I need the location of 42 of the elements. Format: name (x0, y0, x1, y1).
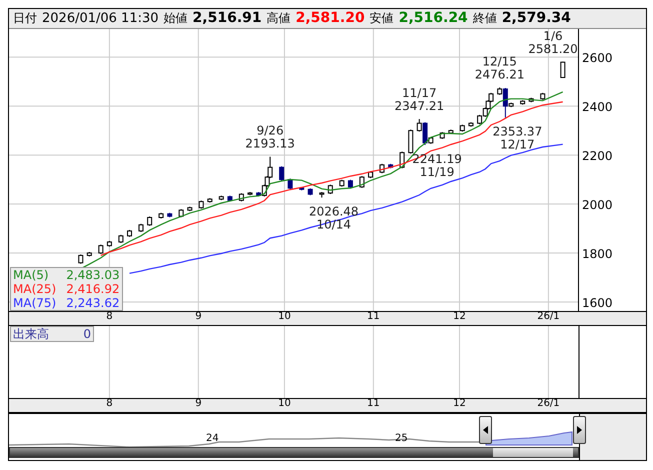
quote-label: 安値 (370, 10, 394, 27)
y-axis-label: 2000 (582, 198, 613, 212)
legend-value: 2,483.03 (66, 268, 120, 282)
y-axis-label: 1600 (582, 296, 613, 310)
quote-label: 終値 (472, 10, 497, 27)
x-axis-label: 9 (195, 311, 202, 322)
legend-name: MA(5) (13, 268, 50, 282)
x-axis-label: 26/1 (537, 398, 560, 409)
date-value: 2026/01/06 11:30 (42, 11, 159, 26)
y-axis-label: 1800 (582, 246, 613, 261)
y-axis-label: 2400 (582, 100, 613, 114)
x-axis-label: 9 (195, 398, 202, 409)
y-axis-label: 2200 (582, 149, 613, 164)
price-annotation: 12/15 2476.21 (474, 54, 524, 82)
price-annotation: 2353.37 12/17 (492, 124, 542, 152)
price-annotation: 9/26 2193.13 (245, 124, 295, 151)
quote-value: 2,516.91 (192, 10, 262, 26)
volume-legend: 出来高 0 (10, 326, 94, 342)
x-axis-label: 10 (278, 311, 291, 322)
legend-value: 2,243.62 (66, 296, 120, 310)
quote-value: 2,516.24 (398, 10, 468, 26)
legend-value: 2,416.92 (66, 282, 120, 296)
year-label: 24 (206, 433, 219, 444)
y-axis-label: 2600 (582, 51, 613, 66)
year-label: 25 (395, 433, 408, 444)
quote-value: 2,581.20 (296, 10, 365, 26)
quote-value: 2,579.34 (502, 10, 571, 26)
x-axis-label: 11 (367, 311, 380, 322)
quote-label: 始値 (164, 10, 188, 27)
date-label: 日付 (13, 10, 37, 27)
x-axis-label: 11 (367, 398, 380, 409)
legend-name: MA(25) (13, 282, 56, 296)
price-annotation: 11/17 2347.21 (394, 86, 444, 114)
quote-label: 高値 (266, 10, 291, 27)
x-axis-label: 26/1 (537, 311, 560, 322)
price-annotation: 2026.48 10/14 (308, 204, 359, 232)
x-axis-label: 12 (453, 398, 466, 409)
x-axis-label: 10 (278, 398, 291, 409)
price-annotation: 1/6 2581.20 (528, 29, 578, 56)
price-annotation: 2241.19 11/19 (412, 152, 462, 179)
x-axis-label: 12 (453, 311, 466, 322)
legend-name: MA(75) (13, 296, 56, 310)
